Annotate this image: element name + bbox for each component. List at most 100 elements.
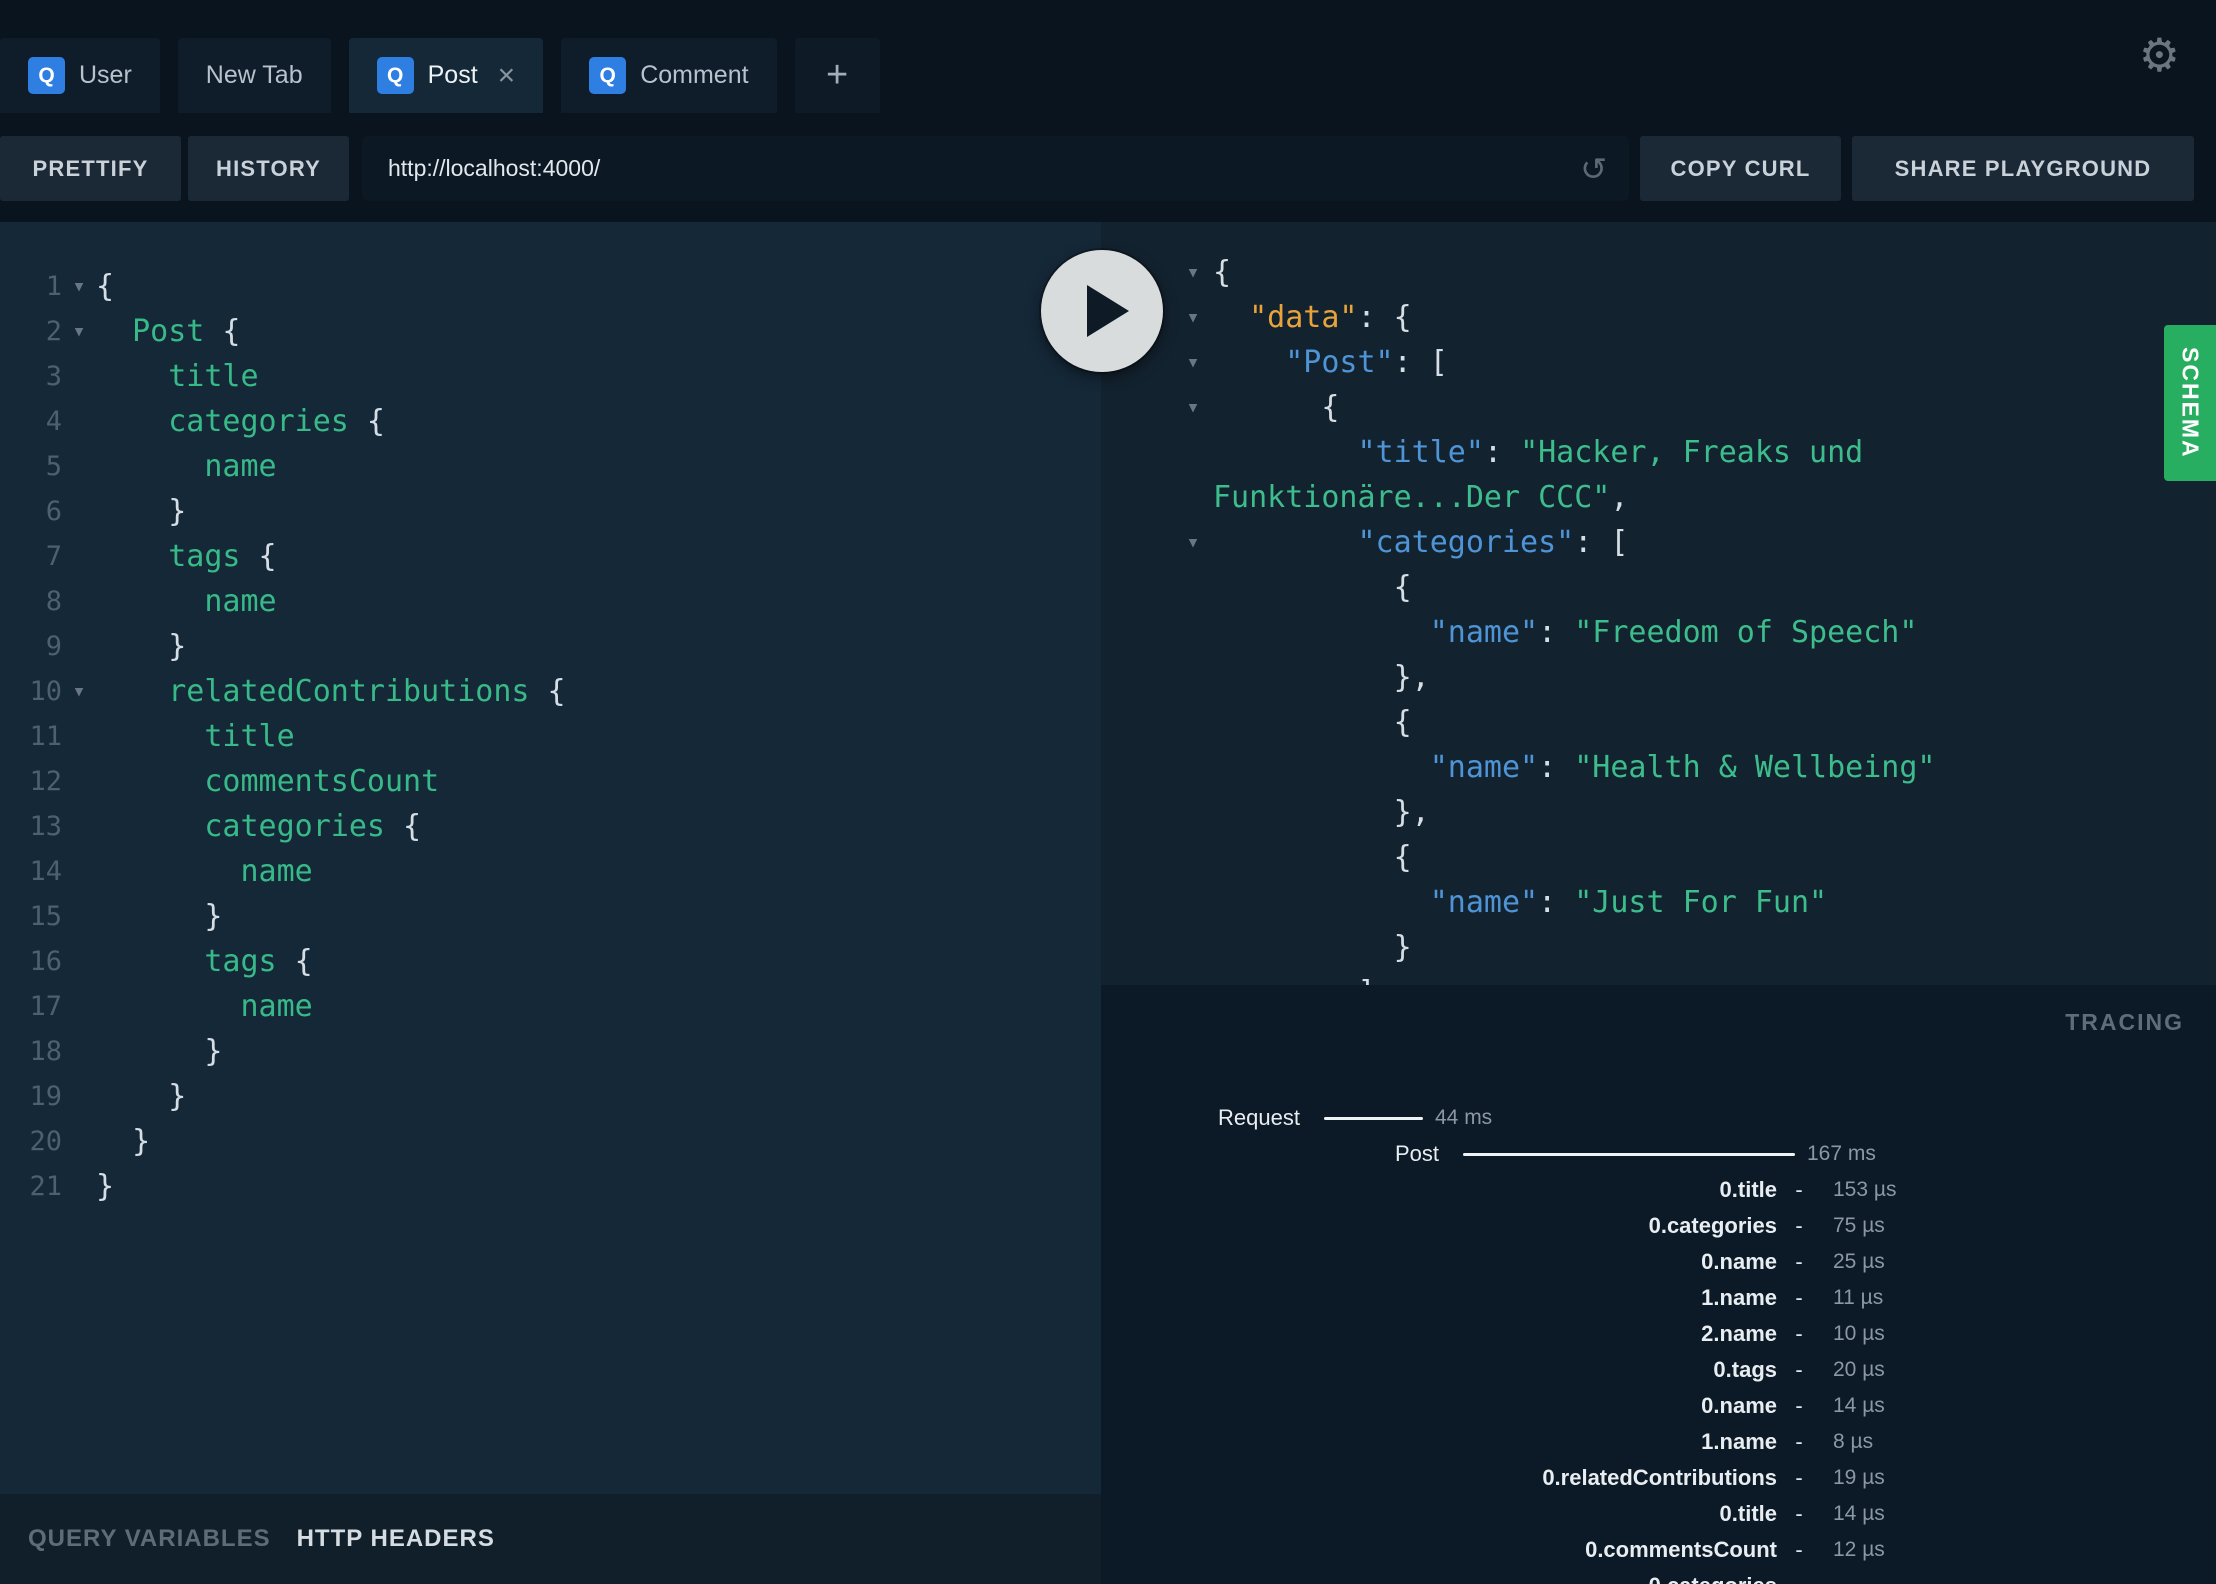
http-headers-tab[interactable]: HTTP HEADERS bbox=[297, 1525, 495, 1553]
line-number: 2 bbox=[45, 316, 62, 347]
code-line: "name": "Freedom of Speech" bbox=[1101, 610, 2216, 655]
line-number: 11 bbox=[29, 721, 62, 752]
tracing-rows: Request 44 ms Post 167 ms 0.title -153 µs 0.ca… bbox=[1101, 1100, 2216, 1584]
close-tab-icon[interactable]: × bbox=[498, 60, 516, 91]
query-editor-code: 1 ▾{2 ▾ Post {3 title 4 categories {5 name 6… bbox=[0, 222, 1101, 1209]
code-text: }, bbox=[1213, 660, 1430, 695]
code-text: Funktionäre...Der CCC", bbox=[1213, 480, 1629, 515]
new-tab-button[interactable]: + bbox=[794, 38, 880, 113]
fold-arrow-icon[interactable]: ▾ bbox=[1173, 340, 1213, 385]
code-line: 20 } bbox=[0, 1119, 1101, 1164]
trace-row: 0.commentsCount - 12 µs bbox=[1101, 1532, 2216, 1568]
code-text: "title": "Hacker, Freaks und bbox=[1357, 435, 1864, 470]
code-text: { bbox=[1213, 255, 1232, 290]
query-variables-tab[interactable]: QUERY VARIABLES bbox=[28, 1525, 271, 1553]
tab-label: User bbox=[79, 61, 132, 89]
code-line: }, bbox=[1101, 790, 2216, 835]
trace-dash: - bbox=[1795, 1357, 1803, 1382]
code-text: ] bbox=[1213, 970, 1375, 985]
copy-curl-button[interactable]: COPY CURL bbox=[1640, 136, 1841, 201]
line-number: 16 bbox=[29, 946, 62, 977]
code-text: }, bbox=[1213, 795, 1430, 830]
trace-row: 0.name - 14 µs bbox=[1101, 1388, 2216, 1424]
fold-arrow-icon[interactable]: ▾ bbox=[62, 309, 96, 354]
trace-row: Request 44 ms bbox=[1101, 1100, 2216, 1136]
tab-new-tab[interactable]: New Tab bbox=[177, 38, 331, 113]
trace-label: 0.categories bbox=[1101, 1573, 1777, 1584]
line-number: 7 bbox=[45, 541, 62, 572]
endpoint-url-input[interactable]: http://localhost:4000/ ↺ bbox=[362, 136, 1629, 201]
prettify-button[interactable]: PRETTIFY bbox=[0, 136, 181, 201]
schema-tab[interactable]: SCHEMA bbox=[2164, 325, 2216, 481]
code-line: }, bbox=[1101, 655, 2216, 700]
code-text: "categories": [ bbox=[1357, 525, 1629, 560]
trace-label: 0.name bbox=[1701, 1249, 1777, 1274]
trace-dash: - bbox=[1795, 1177, 1803, 1202]
code-text: categories { bbox=[204, 809, 422, 844]
code-text: relatedContributions { bbox=[168, 674, 566, 709]
query-editor[interactable]: 1 ▾{2 ▾ Post {3 title 4 categories {5 name 6… bbox=[0, 222, 1101, 1494]
tab-post[interactable]: Q Post × bbox=[348, 38, 544, 113]
code-line: 6 } bbox=[0, 489, 1101, 534]
code-text: { bbox=[1213, 840, 1412, 875]
trace-row: 0.categories - 75 µs bbox=[1101, 1208, 2216, 1244]
fold-arrow-icon[interactable]: ▾ bbox=[62, 669, 96, 714]
code-text: } bbox=[96, 1079, 187, 1114]
tab-user[interactable]: Q User bbox=[0, 38, 160, 113]
code-line: 11 title bbox=[0, 714, 1101, 759]
trace-dash: - bbox=[1795, 1213, 1803, 1238]
line-number: 6 bbox=[45, 496, 62, 527]
code-line: 16 tags { bbox=[0, 939, 1101, 984]
execute-button[interactable] bbox=[1041, 250, 1163, 372]
query-badge-icon: Q bbox=[589, 57, 627, 94]
trace-label: 0.relatedContributions bbox=[1542, 1465, 1777, 1490]
fold-arrow-icon[interactable]: ▾ bbox=[1173, 385, 1213, 430]
tab-bar: Q User New Tab Q Post × Q Comment + ⚙ bbox=[0, 0, 2216, 113]
code-text: "name": "Health & Wellbeing" bbox=[1429, 750, 1936, 785]
fold-arrow-icon[interactable]: ▾ bbox=[1173, 295, 1213, 340]
code-text: name bbox=[204, 584, 277, 619]
code-text: tags { bbox=[168, 539, 277, 574]
reload-schema-icon[interactable]: ↺ bbox=[1580, 150, 1607, 188]
code-line: 19 } bbox=[0, 1074, 1101, 1119]
share-playground-button[interactable]: SHARE PLAYGROUND bbox=[1852, 136, 2194, 201]
history-button[interactable]: HISTORY bbox=[188, 136, 349, 201]
code-text: categories { bbox=[168, 404, 385, 439]
trace-row: 0.name - 25 µs bbox=[1101, 1244, 2216, 1280]
fold-arrow-icon[interactable]: ▾ bbox=[1173, 520, 1213, 565]
settings-gear-icon[interactable]: ⚙ bbox=[2139, 28, 2180, 82]
trace-duration: 14 µs bbox=[1833, 1502, 1885, 1525]
code-text: "Post": [ bbox=[1285, 345, 1448, 380]
code-line: 14 name bbox=[0, 849, 1101, 894]
fold-arrow-icon[interactable]: ▾ bbox=[62, 264, 96, 309]
fold-arrow-icon[interactable]: ▾ bbox=[1173, 250, 1213, 295]
code-line: } bbox=[1101, 925, 2216, 970]
trace-duration: 8 µs bbox=[1833, 1430, 1874, 1453]
trace-duration: 12 µs bbox=[1833, 1538, 1885, 1561]
trace-dash: - bbox=[1777, 1573, 1821, 1584]
line-number: 9 bbox=[45, 631, 62, 662]
code-line: ] bbox=[1101, 970, 2216, 985]
code-text: name bbox=[204, 449, 277, 484]
code-line: 8 name bbox=[0, 579, 1101, 624]
code-line: 15 } bbox=[0, 894, 1101, 939]
tab-comment[interactable]: Q Comment bbox=[561, 38, 777, 113]
line-number: 3 bbox=[45, 361, 62, 392]
trace-row: 2.name - 10 µs bbox=[1101, 1316, 2216, 1352]
